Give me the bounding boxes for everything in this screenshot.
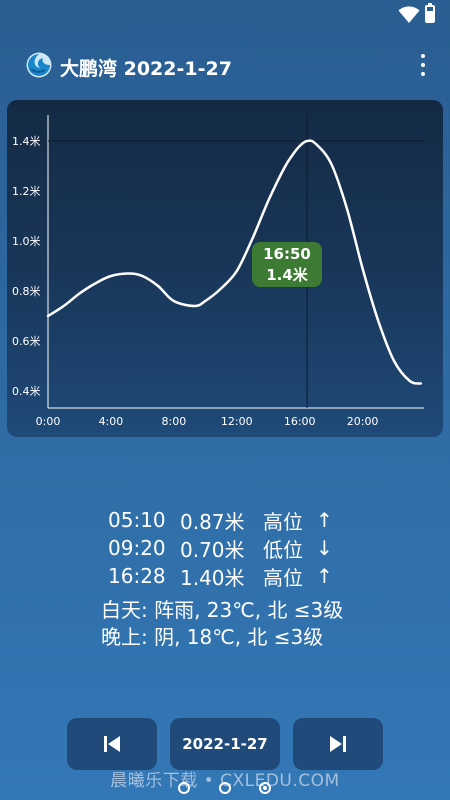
- more-vert-icon[interactable]: [418, 52, 428, 78]
- page-indicator: [178, 780, 273, 796]
- wave-logo-icon: [26, 52, 52, 78]
- tide-time: 05:10: [108, 508, 166, 532]
- tide-table: 05:10 0.87米 高位 ↑ 09:20 0.70米 低位 ↓ 16:28 …: [0, 506, 450, 590]
- x-tick-label: 8:00: [161, 415, 186, 428]
- y-tick-label: 0.4米: [12, 385, 41, 398]
- date-picker-button[interactable]: 2022-1-27: [170, 718, 280, 770]
- tide-time: 16:28: [108, 564, 166, 588]
- tide-row: 09:20 0.70米 低位 ↓: [0, 534, 450, 562]
- status-bar: [0, 0, 450, 30]
- x-tick-label: 0:00: [36, 415, 61, 428]
- weather-night: 晚上: 阴, 18℃, 北 ≤3级: [101, 625, 324, 649]
- tide-type: 高位: [263, 509, 303, 534]
- tide-type: 高位: [263, 565, 303, 590]
- y-tick-label: 0.6米: [12, 335, 41, 348]
- tooltip-time: 16:50: [263, 244, 311, 263]
- x-tick-label: 12:00: [221, 415, 253, 428]
- x-tick-label: 20:00: [347, 415, 379, 428]
- wifi-icon: [398, 6, 420, 23]
- app-title: 大鹏湾 2022-1-27: [60, 58, 232, 80]
- y-tick-label: 1.0米: [12, 235, 41, 248]
- previous-day-button[interactable]: [67, 718, 157, 770]
- skip-next-icon: [330, 736, 346, 752]
- next-day-button[interactable]: [293, 718, 383, 770]
- weather-day: 白天: 阵雨, 23℃, 北 ≤3级: [101, 598, 344, 622]
- tide-height: 1.40米: [180, 565, 245, 590]
- tide-type: 低位: [263, 537, 303, 562]
- arrow-up-icon: ↑: [316, 508, 333, 532]
- y-tick-label: 1.4米: [12, 135, 41, 148]
- tide-height: 0.87米: [180, 509, 245, 534]
- arrow-up-icon: ↑: [316, 564, 333, 588]
- chart-tooltip: 16:50 1.4米: [252, 242, 322, 287]
- tide-curve: [46, 139, 423, 385]
- y-tick-label: 0.8米: [12, 285, 41, 298]
- weather-summary: 白天: 阵雨, 23℃, 北 ≤3级 晚上: 阴, 18℃, 北 ≤3级: [101, 597, 343, 651]
- tide-row: 05:10 0.87米 高位 ↑: [0, 506, 450, 534]
- battery-icon: [425, 3, 435, 23]
- y-tick-label: 1.2米: [12, 185, 41, 198]
- tide-height: 0.70米: [180, 537, 245, 562]
- x-tick-label: 16:00: [284, 415, 316, 428]
- arrow-down-icon: ↓: [316, 536, 333, 560]
- app-bar: 大鹏湾 2022-1-27: [0, 30, 450, 100]
- tide-chart-svg: 0.4米 0.6米 0.8米 1.0米 1.2米 1.4米 0:00 4:00 8:00 12:0…: [12, 115, 424, 428]
- tide-time: 09:20: [108, 536, 166, 560]
- tide-chart[interactable]: 0.4米 0.6米 0.8米 1.0米 1.2米 1.4米 0:00 4:00 8:00 12:0…: [7, 100, 443, 437]
- x-tick-label: 4:00: [99, 415, 124, 428]
- page-dot[interactable]: [178, 782, 190, 794]
- tooltip-height: 1.4米: [266, 265, 308, 284]
- date-controls: 2022-1-27: [0, 718, 450, 770]
- skip-previous-icon: [104, 736, 120, 752]
- tide-row: 16:28 1.40米 高位 ↑: [0, 562, 450, 590]
- page-dot[interactable]: [219, 782, 231, 794]
- page-dot-active[interactable]: [259, 782, 271, 794]
